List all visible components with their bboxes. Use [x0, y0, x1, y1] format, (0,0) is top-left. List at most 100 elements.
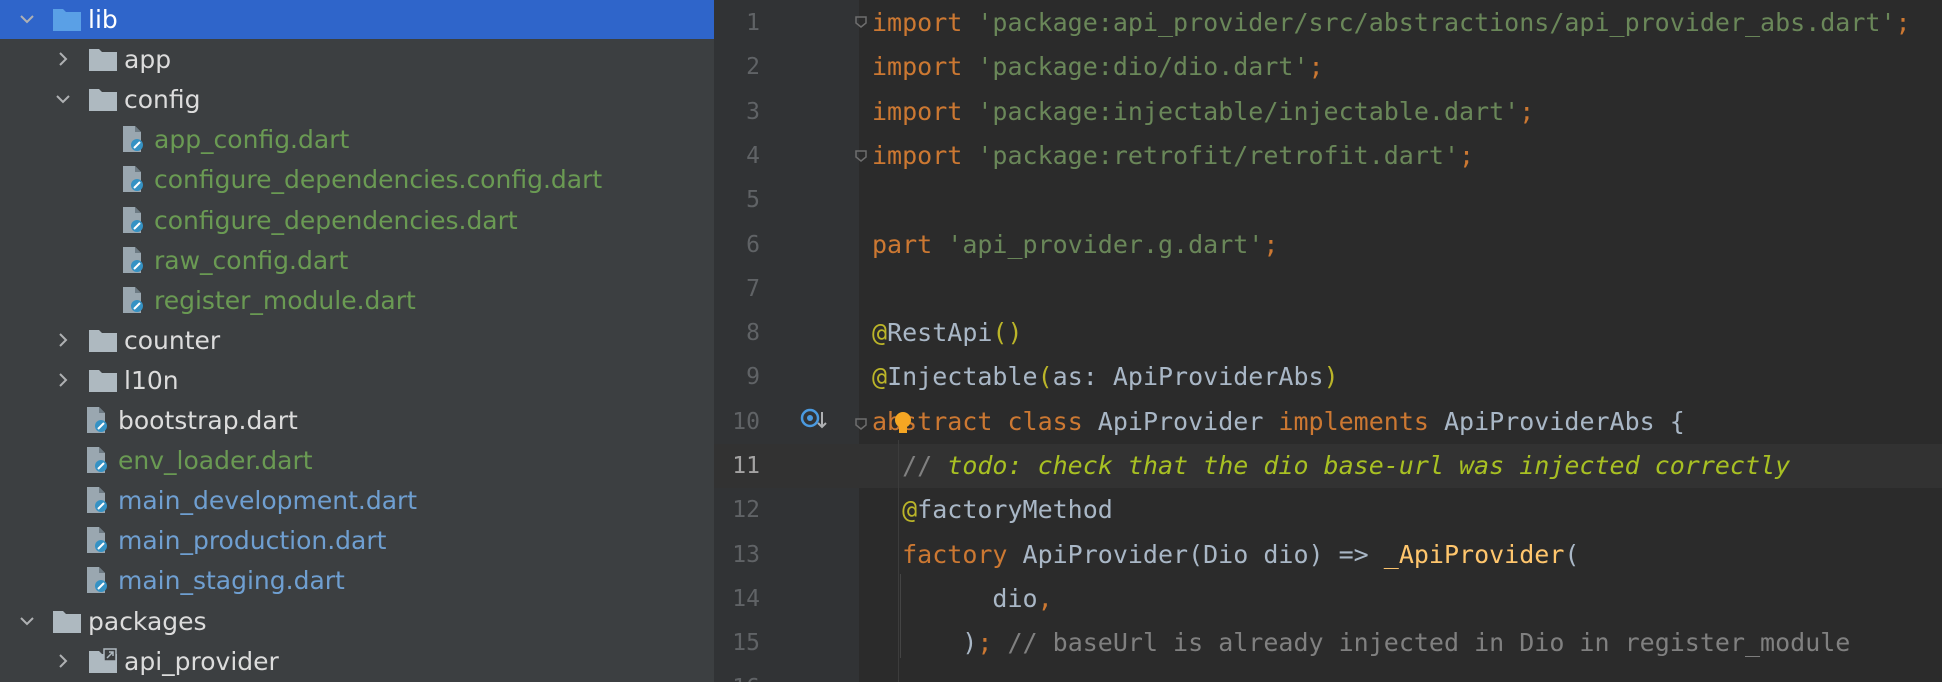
- dart-file-icon: [82, 405, 112, 435]
- code-token: as: ApiProviderAbs: [1052, 362, 1324, 391]
- code-token: import: [872, 8, 963, 37]
- tree-item-label: api_provider: [124, 646, 279, 676]
- code-text[interactable]: import 'package:injectable/injectable.da…: [872, 90, 1534, 134]
- code-line[interactable]: 2 import 'package:dio/dio.dart';: [714, 45, 1942, 89]
- tree-folder-app[interactable]: app: [0, 39, 714, 79]
- code-token: ,: [1037, 584, 1053, 613]
- code-text[interactable]: factory ApiProvider(Dio dio) => _ApiProv…: [872, 533, 1579, 577]
- code-token: //: [902, 451, 948, 480]
- chevron-right-icon[interactable]: [52, 369, 74, 391]
- tree-folder-lib[interactable]: lib: [0, 0, 714, 39]
- code-token: dio: [872, 584, 1038, 613]
- tree-item-label: env_loader.dart: [118, 445, 313, 475]
- code-token: ;: [977, 628, 993, 657]
- code-editor[interactable]: 1 import 'package:api_provider/src/abstra…: [714, 0, 1942, 682]
- code-text[interactable]: ); // baseUrl is already injected in Dio…: [872, 621, 1850, 665]
- line-number: 9: [746, 364, 760, 390]
- code-token: ApiProvider: [1082, 407, 1279, 436]
- code-line[interactable]: 3 import 'package:injectable/injectable.d…: [714, 90, 1942, 134]
- line-number: 15: [732, 630, 760, 656]
- line-number: 4: [746, 143, 760, 169]
- code-token: _ApiProvider: [1383, 540, 1565, 569]
- chevron-right-icon[interactable]: [52, 650, 74, 672]
- code-text[interactable]: @Injectable(as: ApiProviderAbs): [872, 355, 1339, 399]
- tree-item-label: app: [124, 44, 172, 74]
- code-token: factory: [902, 540, 1008, 569]
- tree-folder-config[interactable]: config: [0, 79, 714, 119]
- code-text[interactable]: import 'package:dio/dio.dart';: [872, 45, 1324, 89]
- indent-guide: [898, 440, 899, 682]
- code-line[interactable]: 7: [714, 267, 1942, 311]
- code-text[interactable]: // todo: check that the dio base-url was…: [872, 444, 1790, 488]
- code-text[interactable]: import 'package:api_provider/src/abstrac…: [872, 1, 1911, 45]
- tree-item-label: packages: [88, 606, 207, 636]
- code-text[interactable]: import 'package:retrofit/retrofit.dart';: [872, 134, 1474, 178]
- chevron-down-icon[interactable]: [16, 610, 38, 632]
- tree-folder-counter[interactable]: counter: [0, 320, 714, 360]
- line-number: 13: [732, 542, 760, 568]
- chevron-down-icon[interactable]: [16, 8, 38, 30]
- chevron-right-icon[interactable]: [52, 329, 74, 351]
- line-number: 1: [746, 10, 760, 36]
- line-number: 5: [746, 187, 760, 213]
- code-token: implements: [1278, 407, 1429, 436]
- tree-item-label: raw_config.dart: [154, 245, 349, 275]
- chevron-right-icon[interactable]: [52, 48, 74, 70]
- tree-item-label: bootstrap.dart: [118, 405, 298, 435]
- dart-file-icon: [82, 525, 112, 555]
- tree-folder-api-provider[interactable]: api_provider: [0, 641, 714, 681]
- tree-file-main-production-dart[interactable]: main_production.dart: [0, 520, 714, 560]
- chevron-down-icon[interactable]: [52, 88, 74, 110]
- code-line[interactable]: 6 part 'api_provider.g.dart';: [714, 223, 1942, 267]
- code-token: ;: [1519, 97, 1535, 126]
- tree-file-raw-config-dart[interactable]: raw_config.dart: [0, 240, 714, 280]
- tree-folder-packages[interactable]: packages: [0, 601, 714, 641]
- code-line[interactable]: 5: [714, 178, 1942, 222]
- code-text[interactable]: @factoryMethod: [872, 488, 1113, 532]
- code-line[interactable]: 1 import 'package:api_provider/src/abstra…: [714, 1, 1942, 45]
- tree-file-app-config-dart[interactable]: app_config.dart: [0, 119, 714, 159]
- code-token: @: [872, 318, 888, 347]
- code-token: ApiProvider(Dio dio) =>: [1007, 540, 1384, 569]
- code-text[interactable]: abstract class ApiProvider implements Ap…: [872, 400, 1685, 444]
- folder-icon: [52, 606, 82, 636]
- tree-file-configure-dependencies-dart[interactable]: configure_dependencies.dart: [0, 200, 714, 240]
- code-text[interactable]: @RestApi(): [872, 311, 1023, 355]
- tree-folder-l10n[interactable]: l10n: [0, 360, 714, 400]
- tree-file-main-staging-dart[interactable]: main_staging.dart: [0, 560, 714, 600]
- fold-marker-icon[interactable]: [854, 416, 868, 430]
- lightbulb-icon[interactable]: [892, 410, 914, 438]
- fold-marker-icon[interactable]: [854, 14, 868, 28]
- tree-item-label: counter: [124, 325, 221, 355]
- line-number: 6: [746, 232, 760, 258]
- dart-file-icon: [118, 245, 148, 275]
- code-line[interactable]: 4 import 'package:retrofit/retrofit.dart'…: [714, 134, 1942, 178]
- tree-item-label: l10n: [124, 365, 179, 395]
- tree-file-main-development-dart[interactable]: main_development.dart: [0, 480, 714, 520]
- code-line[interactable]: 9 @Injectable(as: ApiProviderAbs): [714, 355, 1942, 399]
- code-token: factoryMethod: [917, 495, 1113, 524]
- code-token: 'package:retrofit/retrofit.dart': [977, 141, 1460, 170]
- line-number: 16: [714, 666, 760, 682]
- code-token: (: [1037, 362, 1053, 391]
- tree-item-label: configure_dependencies.dart: [154, 205, 518, 235]
- project-tree-panel: lib app config app_config.dart configure_dep…: [0, 0, 714, 682]
- line-number: 10: [732, 409, 760, 435]
- tree-file-bootstrap-dart[interactable]: bootstrap.dart: [0, 400, 714, 440]
- tree-file-configure-dependencies-config-dart[interactable]: configure_dependencies.config.dart: [0, 159, 714, 199]
- implementation-gutter-icon[interactable]: [800, 406, 828, 434]
- code-line[interactable]: 8 @RestApi(): [714, 311, 1942, 355]
- tree-file-register-module-dart[interactable]: register_module.dart: [0, 280, 714, 320]
- code-token: import: [872, 52, 963, 81]
- tree-item-label: config: [124, 84, 201, 114]
- fold-marker-icon[interactable]: [854, 148, 868, 162]
- code-token: 'package:injectable/injectable.dart': [977, 97, 1520, 126]
- code-text[interactable]: part 'api_provider.g.dart';: [872, 223, 1278, 267]
- tree-file-env-loader-dart[interactable]: env_loader.dart: [0, 440, 714, 480]
- code-token: class: [1007, 407, 1083, 436]
- tree-item-label: app_config.dart: [154, 124, 350, 154]
